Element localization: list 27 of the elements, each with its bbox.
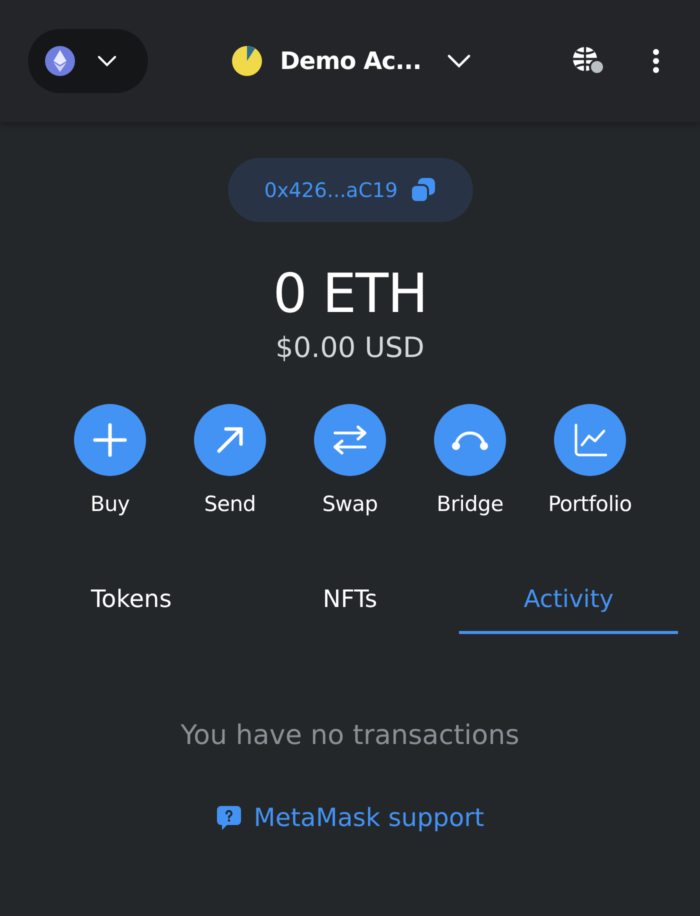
support-link[interactable]: MetaMask support: [216, 803, 484, 832]
action-button[interactable]: Buy: [50, 404, 170, 516]
action-button[interactable]: Portfolio: [530, 404, 650, 516]
action-button[interactable]: Send: [170, 404, 290, 516]
plus-icon: [92, 422, 128, 458]
account-selector[interactable]: Demo Ac...: [232, 46, 472, 76]
more-menu-icon[interactable]: [652, 48, 660, 74]
address-copy-button[interactable]: 0x426...aC19: [228, 158, 472, 222]
swap-arrows-icon: [333, 425, 367, 456]
ethereum-icon: [45, 46, 75, 76]
action-button[interactable]: Swap: [290, 404, 410, 516]
balance-fiat: $0.00 USD: [276, 331, 424, 364]
tab[interactable]: NFTs: [240, 566, 460, 634]
balance-amount: 0 ETH: [272, 264, 428, 324]
line-chart-icon: [573, 423, 607, 458]
empty-message: You have no transactions: [180, 720, 520, 752]
action-button[interactable]: Bridge: [410, 404, 530, 516]
chevron-down-icon: [447, 54, 472, 68]
arrow-icon: [216, 426, 244, 454]
copy-icon: [410, 177, 436, 203]
chevron-down-icon: [97, 55, 117, 67]
arc-icon: [451, 429, 489, 452]
help-chat-icon: [216, 804, 242, 831]
tab[interactable]: Tokens: [22, 566, 241, 634]
tab[interactable]: Activity: [459, 566, 678, 634]
globe-icon[interactable]: [570, 46, 604, 76]
account-avatar-icon: [232, 46, 262, 76]
